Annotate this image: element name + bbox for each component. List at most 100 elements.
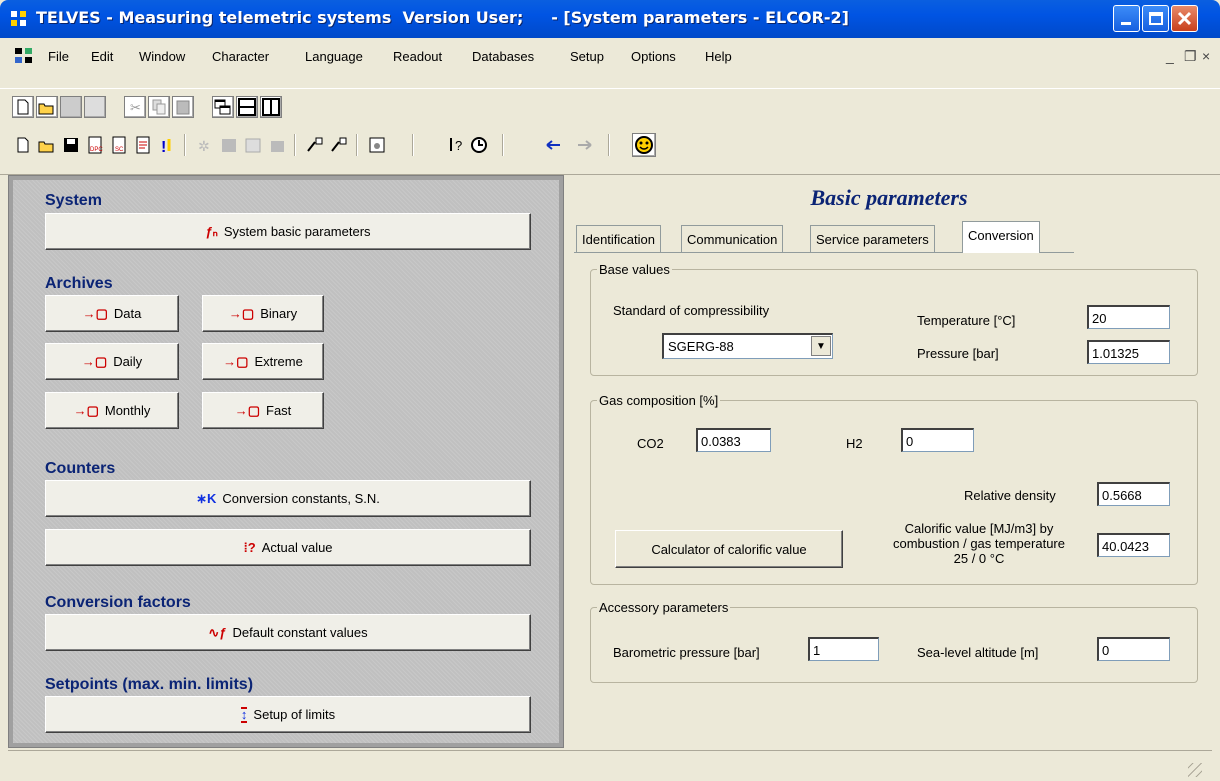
help-cursor-icon[interactable]: ? (446, 134, 468, 156)
co2-field[interactable]: 0.0383 (696, 428, 771, 452)
window-icon[interactable] (366, 134, 388, 156)
alert-icon[interactable]: ! (156, 134, 178, 156)
menu-edit[interactable]: Edit (91, 49, 113, 64)
cut-icon[interactable]: ✂ (124, 96, 146, 118)
tab-conversion[interactable]: Conversion (962, 221, 1040, 253)
section-archives: Archives (45, 275, 113, 292)
grey-doc-icon[interactable] (266, 134, 288, 156)
close-button[interactable] (1171, 5, 1198, 32)
h2-field[interactable]: 0 (901, 428, 974, 452)
tile-vertical-icon[interactable] (260, 96, 282, 118)
svg-text:DPC: DPC (90, 147, 103, 153)
system-basic-parameters-button[interactable]: ƒₙ System basic parameters (45, 213, 531, 250)
mdi-restore-icon[interactable]: ❐ (1184, 48, 1197, 65)
arrow-right-icon[interactable] (574, 134, 596, 156)
save-icon[interactable] (60, 96, 82, 118)
new-icon[interactable] (12, 134, 34, 156)
maximize-button[interactable] (1142, 5, 1169, 32)
sea-level-altitude-label: Sea-level altitude [m] (917, 645, 1039, 660)
data-archive-icon: →▢ (82, 305, 108, 321)
menu-help[interactable]: Help (705, 49, 732, 64)
section-setpoints: Setpoints (max. min. limits) (45, 676, 254, 693)
chevron-down-icon[interactable]: ▼ (811, 336, 831, 356)
window-title: TELVES - Measuring telemetric systems Ve… (36, 8, 849, 27)
menu-character[interactable]: Character (212, 49, 269, 64)
download-icon[interactable] (328, 134, 350, 156)
report-icon[interactable] (132, 134, 154, 156)
table-icon[interactable] (242, 134, 264, 156)
paste-icon[interactable] (172, 96, 194, 118)
dpc-icon[interactable]: DPC (84, 134, 106, 156)
pressure-field[interactable]: 1.01325 (1087, 340, 1170, 364)
clock-icon[interactable] (468, 134, 490, 156)
cascade-icon[interactable] (212, 96, 234, 118)
menu-bar: File Edit Window Character Language Read… (0, 38, 1220, 175)
section-counters: Counters (45, 460, 116, 477)
grey-block-icon[interactable] (218, 134, 240, 156)
setup-of-limits-button[interactable]: ↕ Setup of limits (45, 696, 531, 733)
actual-value-button[interactable]: ⁞? Actual value (45, 529, 531, 566)
binary-archive-icon: →▢ (228, 305, 255, 321)
new-icon[interactable] (12, 96, 34, 118)
archive-data-button[interactable]: →▢ Data (45, 295, 179, 332)
tile-horizontal-icon[interactable] (236, 96, 258, 118)
star-k-icon: ∗K (196, 490, 217, 506)
print-icon[interactable] (84, 96, 106, 118)
archive-daily-button[interactable]: →▢ Daily (45, 343, 179, 380)
mdi-close-icon[interactable]: × (1202, 48, 1210, 64)
menu-options[interactable]: Options (631, 49, 676, 64)
calorific-value-label: Calorific value [MJ/m3] by combustion / … (893, 521, 1065, 566)
archive-monthly-button[interactable]: →▢ Monthly (45, 392, 179, 429)
menu-file[interactable]: File (48, 49, 69, 64)
mdi-minimize-icon[interactable]: _ (1166, 48, 1174, 64)
relative-density-field[interactable]: 0.5668 (1097, 482, 1170, 506)
open-icon[interactable] (36, 134, 58, 156)
smiley-icon[interactable] (632, 133, 656, 157)
minimize-button[interactable] (1113, 5, 1140, 32)
curve-icon: ∿ƒ (208, 624, 227, 640)
archive-binary-button[interactable]: →▢ Binary (202, 295, 324, 332)
fast-archive-icon: →▢ (234, 402, 260, 418)
std-compressibility-label: Standard of compressibility (613, 303, 770, 318)
daily-archive-icon: →▢ (81, 353, 108, 369)
section-conversion-factors: Conversion factors (45, 594, 191, 611)
archive-extreme-button[interactable]: →▢ Extreme (202, 343, 324, 380)
barometric-pressure-label: Barometric pressure [bar] (613, 645, 760, 660)
title-bar: TELVES - Measuring telemetric systems Ve… (0, 0, 1220, 38)
arrow-left-icon[interactable] (542, 134, 564, 156)
status-bar (8, 750, 1212, 781)
calorific-value-field[interactable]: 40.0423 (1097, 533, 1170, 557)
pressure-label: Pressure [bar] (917, 346, 999, 361)
default-constant-values-button[interactable]: ∿ƒ Default constant values (45, 614, 531, 651)
archive-fast-button[interactable]: →▢ Fast (202, 392, 324, 429)
resize-grip-icon[interactable] (1188, 763, 1202, 777)
menu-window[interactable]: Window (139, 49, 185, 64)
svg-text:?: ? (455, 138, 462, 153)
svg-text:✂: ✂ (130, 100, 141, 115)
question-gauge-icon: ⁞? (243, 540, 256, 555)
copy-icon[interactable] (148, 96, 170, 118)
menu-language[interactable]: Language (305, 49, 363, 64)
save-icon[interactable] (60, 134, 82, 156)
tab-service-parameters[interactable]: Service parameters (810, 225, 935, 252)
barometric-pressure-field[interactable]: 1 (808, 637, 879, 661)
co2-label: CO2 (637, 436, 664, 451)
menu-databases[interactable]: Databases (472, 49, 534, 64)
section-system: System (45, 192, 102, 209)
open-icon[interactable] (36, 96, 58, 118)
extreme-archive-icon: →▢ (223, 353, 249, 369)
menu-setup[interactable]: Setup (570, 49, 604, 64)
menu-readout[interactable]: Readout (393, 49, 442, 64)
temperature-field[interactable]: 20 (1087, 305, 1170, 329)
sea-level-altitude-field[interactable]: 0 (1097, 637, 1170, 661)
std-compressibility-select[interactable]: SGERG-88 ▼ (662, 333, 833, 359)
h2-label: H2 (846, 436, 863, 451)
upload-icon[interactable] (304, 134, 326, 156)
tab-communication[interactable]: Communication (681, 225, 784, 252)
sc-icon[interactable]: SC (108, 134, 130, 156)
conversion-constants-button[interactable]: ∗K Conversion constants, S.N. (45, 480, 531, 517)
tab-identification[interactable]: Identification (576, 225, 661, 252)
calorific-calculator-button[interactable]: Calculator of calorific value (615, 530, 843, 568)
limits-icon: ↕ (240, 706, 248, 723)
sparkle-icon[interactable]: ✲ (194, 134, 216, 156)
